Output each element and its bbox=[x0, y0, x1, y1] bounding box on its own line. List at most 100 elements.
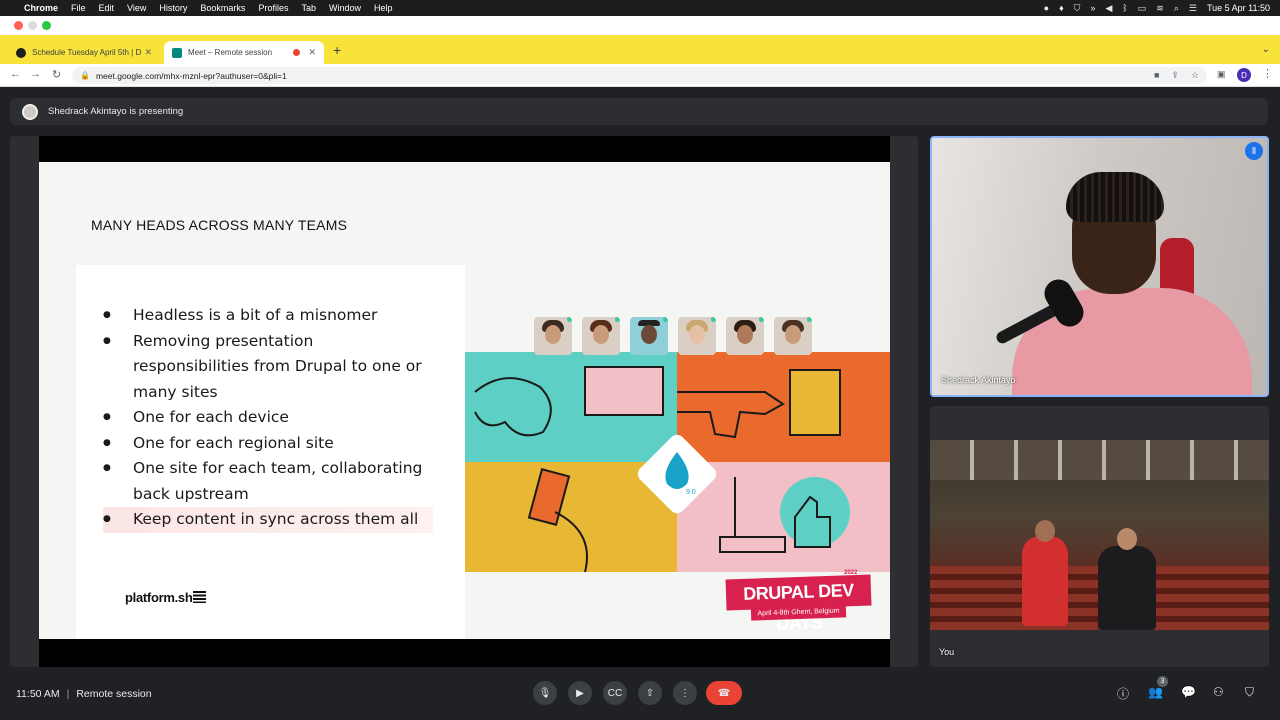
close-tab-icon[interactable]: ✕ bbox=[144, 47, 152, 58]
minimize-window-button[interactable] bbox=[28, 21, 37, 30]
menubar-status-area: ● ♦ ⛉ » ◀ ᛒ ▭ ≋ ⌕ ☰ Tue 5 Apr 11:50 bbox=[1044, 3, 1270, 14]
tab-meet[interactable]: Meet – Remote session ✕ bbox=[164, 41, 324, 64]
recording-indicator-icon bbox=[293, 49, 301, 56]
share-icon[interactable]: ⇪ bbox=[1171, 70, 1179, 81]
more-vert-icon: ⋮ bbox=[680, 687, 690, 699]
presenter-avatar bbox=[22, 103, 38, 120]
record-icon[interactable]: ● bbox=[1044, 3, 1049, 13]
presenter-video-tile[interactable]: ⦀ Shedrack Akintayo bbox=[930, 136, 1269, 397]
captions-button[interactable]: CC bbox=[603, 681, 627, 705]
people-icon[interactable]: 👥 bbox=[1148, 685, 1163, 699]
shield-icon[interactable]: ⛉ bbox=[1074, 3, 1081, 14]
team-avatar bbox=[630, 317, 668, 355]
menu-app-name[interactable]: Chrome bbox=[24, 3, 58, 13]
tab-bar: Schedule Tuesday April 5th | D ✕ Meet – … bbox=[0, 35, 1280, 64]
slide-bullet-card: Headless is a bit of a misnomer Removing… bbox=[76, 265, 465, 639]
menu-profiles[interactable]: Profiles bbox=[258, 3, 288, 13]
menu-window[interactable]: Window bbox=[329, 3, 361, 13]
info-separator: | bbox=[66, 688, 70, 700]
meet-control-bar: 11:50 AM | Remote session 🎙 ▶ CC ⇧ ⋮ ☎ ⓘ 👥… bbox=[0, 670, 1280, 720]
activities-icon[interactable]: ⚇ bbox=[1213, 685, 1224, 699]
presented-slide: MANY HEADS ACROSS MANY TEAMS Headless is… bbox=[39, 162, 890, 639]
team-avatars bbox=[534, 317, 812, 355]
drupal-version-label: 9.0 bbox=[686, 489, 696, 496]
drupal-dev-days-badge: 2022 DRUPAL DEV DAYS April 4-8th Ghent, … bbox=[725, 570, 872, 634]
bullet-item: One for each device bbox=[103, 405, 433, 431]
mic-icon: 🎙 bbox=[538, 687, 552, 699]
slide-title: MANY HEADS ACROSS MANY TEAMS bbox=[91, 217, 348, 233]
presenting-banner: Shedrack Akintayo is presenting bbox=[10, 98, 1268, 125]
tablet-shape bbox=[789, 369, 841, 436]
host-controls-icon[interactable]: ⛉ bbox=[1245, 685, 1254, 700]
menu-view[interactable]: View bbox=[127, 3, 146, 13]
window-titlebar bbox=[0, 16, 1280, 35]
url-omnibox[interactable]: 🔒 meet.google.com/mhx-mznl-epr?authuser=… bbox=[72, 67, 1207, 84]
reload-icon[interactable]: ↻ bbox=[52, 68, 61, 81]
battery-icon[interactable]: ▭ bbox=[1138, 3, 1147, 14]
control-center-icon[interactable]: ☰ bbox=[1189, 3, 1197, 14]
zoom-window-button[interactable] bbox=[42, 21, 51, 30]
back-icon[interactable]: ← bbox=[10, 68, 21, 80]
self-name-label: You bbox=[939, 647, 955, 657]
bullet-item: Headless is a bit of a misnomer bbox=[103, 303, 433, 329]
menu-file[interactable]: File bbox=[71, 3, 86, 13]
camera-icon: ▶ bbox=[576, 687, 584, 699]
camera-permission-icon[interactable]: ■ bbox=[1154, 70, 1159, 81]
tab-search-chevron-icon[interactable]: ⌄ bbox=[1262, 44, 1270, 55]
side-panel-icon[interactable]: ▣ bbox=[1217, 69, 1226, 80]
chat-icon[interactable]: 💬 bbox=[1181, 685, 1196, 699]
camera-toggle-button[interactable]: ▶ bbox=[568, 681, 592, 705]
present-now-button[interactable]: ⇧ bbox=[638, 681, 662, 705]
menu-edit[interactable]: Edit bbox=[99, 3, 115, 13]
team-avatar bbox=[582, 317, 620, 355]
address-bar: ← → ↻ 🔒 meet.google.com/mhx-mznl-epr?aut… bbox=[0, 64, 1280, 87]
bullet-item-highlighted: Keep content in sync across them all bbox=[103, 507, 433, 533]
bookmark-star-icon[interactable]: ☆ bbox=[1191, 70, 1199, 81]
presenter-name-label: Shedrack Akintayo bbox=[941, 375, 1016, 385]
leave-call-button[interactable]: ☎ bbox=[706, 681, 742, 705]
close-window-button[interactable] bbox=[14, 21, 23, 30]
attendee-red bbox=[1022, 520, 1068, 626]
hall-ceiling bbox=[930, 440, 1269, 480]
badge-sub: April 4-8th Ghent, Belgium bbox=[750, 604, 847, 621]
profile-avatar[interactable]: D bbox=[1237, 68, 1251, 82]
menu-help[interactable]: Help bbox=[374, 3, 393, 13]
menu-tab[interactable]: Tab bbox=[301, 3, 316, 13]
menubar-clock[interactable]: Tue 5 Apr 11:50 bbox=[1207, 3, 1270, 13]
tab-label: Meet – Remote session bbox=[188, 48, 273, 57]
close-tab-icon[interactable]: ✕ bbox=[308, 47, 316, 58]
team-avatar bbox=[774, 317, 812, 355]
meeting-name: Remote session bbox=[76, 688, 152, 700]
forward-icon[interactable]: → bbox=[30, 68, 41, 80]
mac-menubar: Chrome File Edit View History Bookmarks … bbox=[0, 0, 1280, 16]
meet-favicon-icon bbox=[172, 47, 182, 58]
meeting-time: 11:50 AM bbox=[16, 688, 60, 700]
bluetooth-icon[interactable]: ᛒ bbox=[1122, 3, 1127, 13]
url-text[interactable]: meet.google.com/mhx-mznl-epr?authuser=0&… bbox=[96, 71, 287, 81]
more-options-button[interactable]: ⋮ bbox=[673, 681, 697, 705]
team-avatar bbox=[678, 317, 716, 355]
presenter-hair bbox=[1066, 172, 1164, 222]
tab-schedule[interactable]: Schedule Tuesday April 5th | D ✕ bbox=[8, 41, 160, 64]
wifi-icon[interactable]: ≋ bbox=[1156, 3, 1164, 14]
search-icon[interactable]: ⌕ bbox=[1174, 3, 1179, 14]
mic-toggle-button[interactable]: 🎙 bbox=[533, 681, 557, 705]
presenting-text: Shedrack Akintayo is presenting bbox=[48, 106, 184, 117]
chrome-menu-icon[interactable]: ⋮ bbox=[1262, 67, 1273, 80]
menu-bookmarks[interactable]: Bookmarks bbox=[200, 3, 245, 13]
arrows-icon[interactable]: » bbox=[1090, 3, 1095, 13]
drop-icon[interactable]: ♦ bbox=[1059, 3, 1064, 13]
lock-icon[interactable]: 🔒 bbox=[80, 71, 90, 80]
tab-label: Schedule Tuesday April 5th | D bbox=[32, 48, 142, 57]
volume-icon[interactable]: ◀ bbox=[1105, 3, 1112, 14]
present-icon: ⇧ bbox=[645, 687, 655, 699]
meeting-details-icon[interactable]: ⓘ bbox=[1117, 685, 1129, 702]
self-video-tile[interactable]: You bbox=[930, 406, 1269, 667]
menu-history[interactable]: History bbox=[159, 3, 187, 13]
new-tab-button[interactable]: + bbox=[333, 42, 341, 58]
platform-logo-icon bbox=[193, 591, 207, 603]
orange-panel bbox=[677, 352, 890, 462]
attendee-black bbox=[1098, 528, 1156, 630]
bullet-item: One site for each team, collaborating ba… bbox=[103, 456, 433, 507]
screen-shape bbox=[584, 366, 664, 416]
